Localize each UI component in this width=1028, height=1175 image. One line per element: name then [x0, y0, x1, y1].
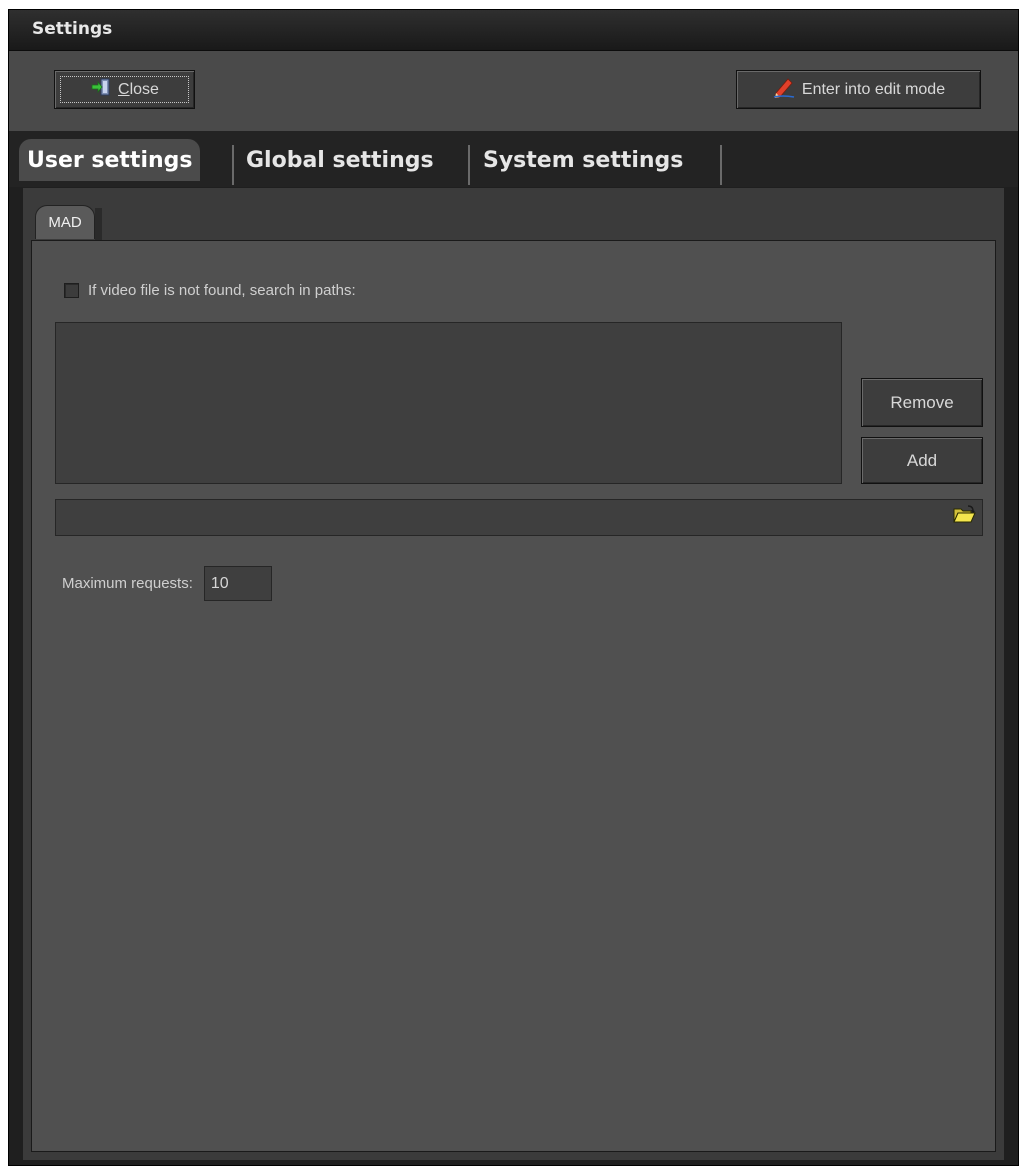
tab-global-settings-label: Global settings [246, 147, 434, 173]
edit-button-content: Enter into edit mode [772, 76, 945, 103]
search-paths-checkbox[interactable] [64, 283, 79, 298]
tab-separator [468, 145, 470, 185]
tab-separator [720, 145, 722, 185]
close-button[interactable]: Close [54, 70, 195, 109]
search-paths-option: If video file is not found, search in pa… [64, 282, 356, 299]
subtab-shadow [95, 208, 102, 240]
close-button-label: Close [118, 81, 159, 99]
settings-tabstrip: User settings Global settings System set… [9, 131, 1018, 187]
toolbar: Close Enter into edit mode [9, 51, 1018, 131]
search-paths-list[interactable] [55, 322, 842, 484]
remove-path-button[interactable]: Remove [861, 378, 983, 427]
search-paths-checkbox-label[interactable]: If video file is not found, search in pa… [88, 282, 356, 299]
exit-door-icon [90, 77, 112, 102]
settings-window: Settings Close Enter into edit mode User… [8, 9, 1019, 1166]
add-path-button[interactable]: Add [861, 437, 983, 484]
max-requests-label: Maximum requests: [62, 575, 193, 592]
tab-user-settings[interactable]: User settings [19, 139, 201, 181]
pencil-icon [772, 76, 796, 103]
mad-settings-panel: If video file is not found, search in pa… [31, 240, 996, 1152]
title-bar: Settings [9, 10, 1018, 51]
open-folder-icon [952, 505, 976, 530]
tab-system-settings-label: System settings [483, 147, 684, 173]
settings-content: MAD If video file is not found, search i… [23, 188, 1004, 1160]
tab-user-settings-label: User settings [27, 147, 193, 173]
tab-system-settings[interactable]: System settings [475, 139, 691, 181]
path-input[interactable] [55, 499, 983, 536]
browse-folder-button[interactable] [949, 503, 979, 532]
edit-button-label: Enter into edit mode [801, 80, 946, 98]
subtab-mad-label: MAD [48, 214, 82, 231]
add-path-button-label: Add [906, 450, 938, 470]
close-mnemonic: C [118, 80, 130, 98]
close-label-rest: lose [129, 80, 159, 98]
remove-path-button-label: Remove [890, 392, 954, 412]
window-title: Settings [32, 19, 113, 39]
enter-edit-mode-button[interactable]: Enter into edit mode [736, 70, 981, 109]
close-button-content: Close [90, 77, 159, 102]
tab-global-settings[interactable]: Global settings [238, 139, 442, 181]
max-requests-input[interactable]: 10 [203, 566, 272, 601]
max-requests-row: Maximum requests: 10 [62, 566, 272, 601]
subtab-mad[interactable]: MAD [35, 205, 95, 239]
tab-separator [232, 145, 234, 185]
